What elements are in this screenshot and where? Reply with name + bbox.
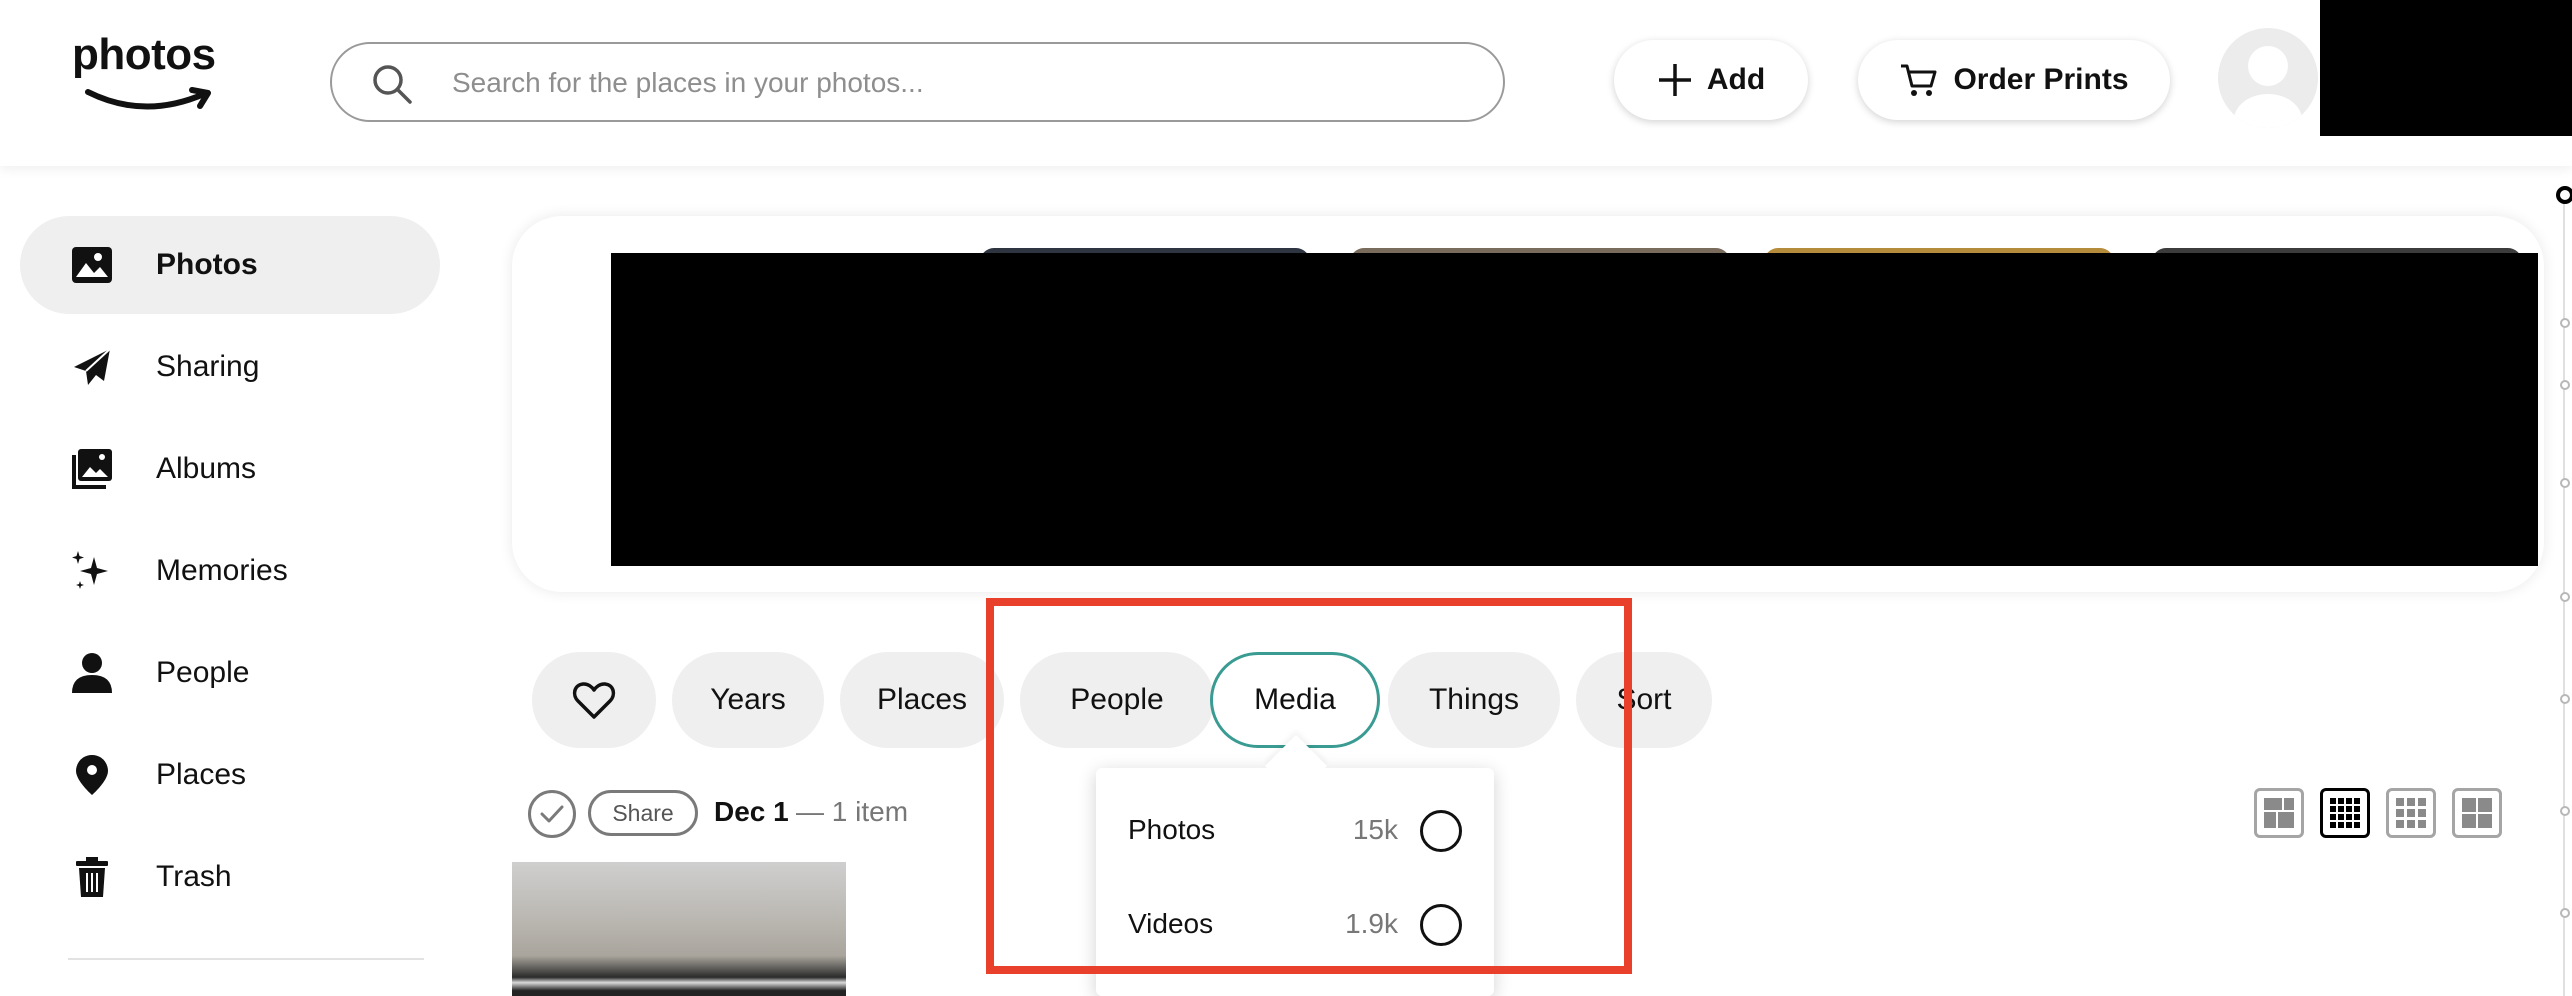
sidebar-item-label: Sharing: [156, 350, 260, 383]
media-dropdown: Photos 15k Videos 1.9k: [1096, 768, 1494, 996]
sidebar: Photos Sharing Albums Memories People Pl…: [0, 166, 470, 996]
media-option-count: 1.9k: [1345, 908, 1398, 939]
logo-text: photos: [72, 30, 216, 79]
small-grid-view-button[interactable]: [2320, 788, 2370, 838]
sidebar-item-places[interactable]: Places: [20, 726, 440, 824]
amazon-photos-logo[interactable]: photos: [72, 30, 232, 130]
location-pin-icon: [76, 755, 108, 795]
date-group-title: Dec 1: [714, 796, 789, 827]
media-option-radio[interactable]: [1420, 904, 1462, 946]
people-filter-chip[interactable]: People: [1020, 652, 1214, 748]
album-icon: [72, 449, 112, 489]
sparkle-icon: [72, 551, 108, 589]
select-date-group-checkbox[interactable]: [528, 790, 576, 838]
large-grid-icon: [2462, 798, 2492, 828]
cart-icon: [1901, 64, 1937, 96]
sidebar-item-label: People: [156, 656, 250, 689]
dense-grid-icon: [2330, 798, 2360, 828]
photo-icon: [72, 247, 112, 283]
scrubber-marker[interactable]: [2560, 592, 2570, 602]
order-prints-label: Order Prints: [1953, 63, 2129, 96]
things-filter-chip[interactable]: Things: [1388, 652, 1560, 748]
places-filter-chip[interactable]: Places: [840, 652, 1004, 748]
person-icon: [72, 653, 112, 693]
years-filter-chip[interactable]: Years: [672, 652, 824, 748]
top-header: photos Add Order Prints: [0, 0, 2572, 166]
search-bar[interactable]: [330, 42, 1505, 122]
search-input[interactable]: [452, 58, 1452, 108]
mosaic-view-button[interactable]: [2254, 788, 2304, 838]
scrubber-marker[interactable]: [2560, 478, 2570, 488]
sidebar-item-label: Memories: [156, 554, 288, 587]
add-button-label: Add: [1706, 63, 1766, 96]
redacted-area: [2320, 0, 2572, 136]
media-option-photos[interactable]: Photos 15k: [1096, 800, 1494, 860]
sidebar-item-label: Photos: [156, 248, 258, 281]
smile-arrow-icon: [85, 87, 211, 110]
media-option-label: Videos: [1128, 908, 1214, 939]
trash-icon: [76, 857, 108, 897]
media-filter-chip[interactable]: Media: [1210, 652, 1380, 748]
photo-thumbnail[interactable]: [512, 862, 846, 996]
sort-filter-chip[interactable]: Sort: [1576, 652, 1712, 748]
grid-icon: [2396, 798, 2426, 828]
scrubber-marker[interactable]: [2560, 908, 2570, 918]
scrubber-marker[interactable]: [2560, 694, 2570, 704]
heart-icon: [572, 682, 616, 719]
medium-grid-view-button[interactable]: [2386, 788, 2436, 838]
media-option-videos[interactable]: Videos 1.9k: [1096, 894, 1494, 954]
user-silhouette-icon: [2234, 46, 2302, 128]
sidebar-item-people[interactable]: People: [20, 624, 440, 722]
paper-plane-icon: [74, 348, 111, 385]
redacted-area: [611, 253, 2538, 566]
sidebar-item-photos[interactable]: Photos: [20, 216, 440, 314]
sidebar-item-trash[interactable]: Trash: [20, 828, 440, 926]
sidebar-item-albums[interactable]: Albums: [20, 420, 440, 518]
scrubber-marker[interactable]: [2560, 380, 2570, 390]
sidebar-item-label: Places: [156, 758, 247, 791]
scrubber-marker[interactable]: [2560, 318, 2570, 328]
order-prints-button[interactable]: Order Prints: [1858, 40, 2170, 120]
sidebar-item-label: Trash: [156, 860, 232, 893]
add-button[interactable]: Add: [1614, 40, 1808, 120]
large-grid-view-button[interactable]: [2452, 788, 2502, 838]
search-icon: [373, 65, 412, 104]
media-option-count: 15k: [1352, 814, 1398, 845]
scrubber-handle[interactable]: [2556, 186, 2572, 204]
share-button[interactable]: Share: [588, 790, 698, 836]
avatar[interactable]: [2218, 28, 2318, 128]
checkmark-icon: [540, 805, 564, 823]
sidebar-item-label: Albums: [156, 452, 257, 485]
mosaic-grid-icon: [2264, 798, 2294, 828]
sidebar-divider: [68, 958, 424, 960]
sidebar-item-sharing[interactable]: Sharing: [20, 318, 440, 416]
favorites-filter-chip[interactable]: [532, 652, 656, 748]
sidebar-item-memories[interactable]: Memories: [20, 522, 440, 620]
media-option-label: Photos: [1128, 814, 1216, 845]
date-group-count: — 1 item: [796, 796, 909, 827]
plus-icon: [1658, 64, 1691, 96]
timeline-scrubber[interactable]: [2556, 180, 2572, 996]
scrubber-marker[interactable]: [2560, 806, 2570, 816]
media-option-radio[interactable]: [1420, 810, 1462, 852]
